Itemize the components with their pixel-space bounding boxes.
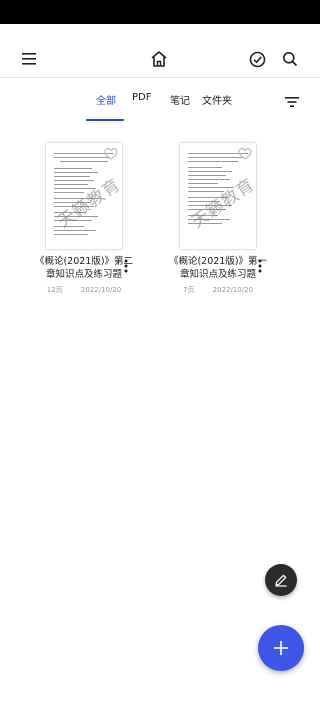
document-meta: 7页 2022/10/20 bbox=[168, 285, 268, 295]
filter-button[interactable] bbox=[278, 88, 306, 116]
edit-icon bbox=[275, 574, 287, 587]
document-thumbnail[interactable]: 天籁教育 bbox=[46, 143, 122, 249]
tab-all[interactable]: 全部 bbox=[96, 92, 116, 107]
search-icon bbox=[283, 52, 298, 67]
menu-button[interactable] bbox=[13, 43, 45, 75]
active-tab-indicator bbox=[86, 119, 124, 121]
plus-icon bbox=[274, 641, 288, 655]
tab-pdf[interactable]: PDF bbox=[132, 92, 151, 103]
top-app-bar bbox=[0, 24, 320, 76]
document-title[interactable]: 《概论(2021版)》第二章知识点及练习题 bbox=[34, 255, 134, 281]
header-divider bbox=[0, 77, 320, 78]
document-thumbnail[interactable]: 天籁教育 bbox=[180, 143, 256, 249]
tab-folders[interactable]: 文件夹 bbox=[202, 92, 232, 107]
select-button[interactable] bbox=[241, 43, 273, 75]
page-count: 7页 bbox=[182, 286, 195, 294]
tab-notes[interactable]: 笔记 bbox=[170, 92, 190, 107]
tab-bar: 全部 PDF 笔记 文件夹 bbox=[0, 84, 320, 122]
status-bar bbox=[0, 0, 320, 24]
more-options-button[interactable] bbox=[120, 257, 132, 275]
document-card[interactable]: 天籁教育 《概论(2021版)》第一章知识点及练习题 7页 2022/10/20 bbox=[168, 143, 278, 303]
check-circle-icon bbox=[249, 51, 265, 67]
home-button[interactable] bbox=[143, 43, 175, 75]
menu-icon bbox=[22, 53, 36, 65]
page-count: 12页 bbox=[46, 286, 63, 294]
search-button[interactable] bbox=[274, 43, 306, 75]
document-card[interactable]: 天籁教育 《概论(2021版)》第二章知识点及练习题 12页 2022/10/2… bbox=[34, 143, 144, 303]
heart-icon[interactable] bbox=[104, 147, 118, 161]
document-meta: 12页 2022/10/20 bbox=[34, 285, 134, 295]
more-vert-icon bbox=[124, 259, 128, 273]
more-options-button[interactable] bbox=[254, 257, 266, 275]
document-date: 2022/10/20 bbox=[80, 286, 122, 294]
home-icon bbox=[151, 51, 167, 67]
more-vert-icon bbox=[258, 259, 262, 273]
document-title[interactable]: 《概论(2021版)》第一章知识点及练习题 bbox=[168, 255, 268, 281]
filter-icon bbox=[285, 97, 299, 107]
document-date: 2022/10/20 bbox=[212, 286, 254, 294]
new-note-button[interactable] bbox=[265, 564, 297, 596]
heart-icon[interactable] bbox=[238, 147, 252, 161]
add-button[interactable] bbox=[258, 625, 304, 671]
